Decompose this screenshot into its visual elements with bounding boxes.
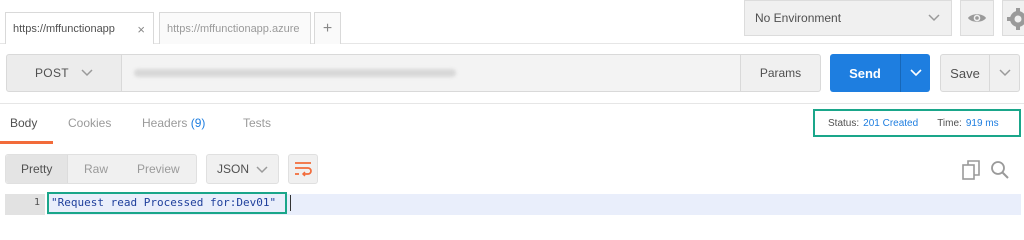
preview-button[interactable]: Preview xyxy=(137,162,180,176)
chevron-down-icon xyxy=(256,166,268,174)
gear-icon xyxy=(1007,8,1024,30)
format-select[interactable]: JSON xyxy=(206,154,279,184)
chevron-down-icon xyxy=(998,69,1011,77)
new-tab-button[interactable]: + xyxy=(314,12,341,44)
response-tab-bar: Body Cookies Headers (9) Tests Status: 2… xyxy=(0,104,1024,144)
response-toolbar: Pretty Raw Preview JSON xyxy=(0,144,1024,194)
wrap-icon xyxy=(295,162,312,177)
line-number: 1 xyxy=(5,194,45,215)
send-button[interactable]: Send xyxy=(830,54,900,92)
chevron-down-icon xyxy=(909,69,922,77)
tab-label: https://mffunctionapp xyxy=(13,23,115,35)
tab-headers[interactable]: Headers (9) xyxy=(142,116,205,144)
time-label: Time: xyxy=(937,117,962,129)
params-button[interactable]: Params xyxy=(740,54,821,92)
wrap-lines-button[interactable] xyxy=(288,154,318,184)
response-text: "Request read Processed for:Dev01" xyxy=(51,196,277,209)
view-mode-group: Pretty Raw Preview xyxy=(5,154,197,184)
method-select[interactable]: POST xyxy=(6,54,122,92)
tab-body[interactable]: Body xyxy=(10,116,37,144)
environment-select[interactable]: No Environment xyxy=(744,0,952,36)
tab-label: Cookies xyxy=(68,116,112,130)
environment-quick-look-button[interactable] xyxy=(960,0,994,36)
response-body[interactable]: 1 "Request read Processed for:Dev01" xyxy=(0,192,1024,215)
copy-icon[interactable] xyxy=(962,160,980,180)
status-value[interactable]: 201 Created xyxy=(863,118,918,129)
save-button[interactable]: Save xyxy=(940,54,990,92)
method-label: POST xyxy=(35,66,69,80)
pretty-button[interactable]: Pretty xyxy=(21,162,52,176)
raw-button[interactable]: Raw xyxy=(84,162,108,176)
url-redacted xyxy=(134,69,456,77)
tab-label: Headers xyxy=(142,116,188,130)
chevron-down-icon xyxy=(81,69,93,77)
tab-bar: https://mffunctionapp × https://mffuncti… xyxy=(0,0,1024,45)
url-input[interactable] xyxy=(122,54,740,92)
tab-label: Tests xyxy=(243,116,272,130)
tab-label: https://mffunctionapp.azure xyxy=(167,22,300,35)
request-bar: POST Params Send Save xyxy=(0,44,1024,104)
tab-tests[interactable]: Tests xyxy=(243,116,271,144)
status-label: Status: xyxy=(828,117,860,129)
close-icon[interactable]: × xyxy=(137,22,145,37)
response-meta: Status: 201 Created Time: 919 ms xyxy=(813,109,1021,137)
code-line[interactable]: "Request read Processed for:Dev01" xyxy=(47,192,1021,215)
tab-label: Body xyxy=(10,116,38,130)
send-options-button[interactable] xyxy=(900,54,930,92)
text-cursor xyxy=(290,195,291,211)
eye-icon xyxy=(968,14,986,22)
time-value[interactable]: 919 ms xyxy=(966,118,999,129)
settings-button[interactable] xyxy=(1002,0,1024,36)
tab-cookies[interactable]: Cookies xyxy=(68,116,111,144)
headers-count: (9) xyxy=(190,116,206,130)
chevron-down-icon xyxy=(928,14,940,22)
save-options-button[interactable] xyxy=(990,54,1020,92)
request-tab[interactable]: https://mffunctionapp.azure xyxy=(159,12,311,44)
environment-label: No Environment xyxy=(755,11,842,25)
search-icon[interactable] xyxy=(990,160,1010,180)
format-label: JSON xyxy=(217,162,250,176)
request-tab-active[interactable]: https://mffunctionapp × xyxy=(5,12,154,45)
